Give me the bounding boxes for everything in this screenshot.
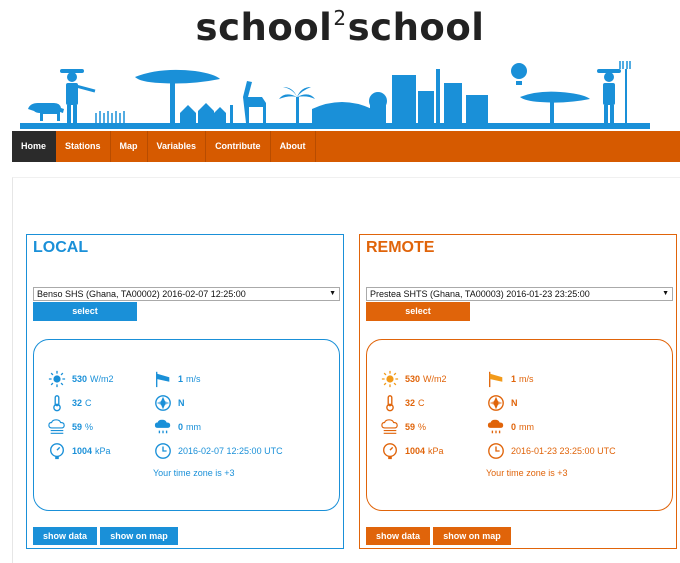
wind-direction-value: N	[511, 398, 518, 408]
show-on-map-button[interactable]: show on map	[100, 527, 178, 545]
humidity-value: 59	[72, 422, 83, 432]
temperature-reading: 32 C	[48, 394, 92, 412]
humidity-unit: %	[85, 422, 94, 432]
measurements-box: 530 W/m2 32 C 59% 1004 kPa 1 m/s N 0 mm 2016	[33, 339, 340, 511]
measurements-box: 530 W/m2 32 C 59% 1004 kPa 1 m/s N 0 mm 2016	[366, 339, 673, 511]
compass-icon	[155, 395, 171, 411]
nav-about[interactable]: About	[271, 131, 316, 162]
humidity-reading: 59%	[48, 418, 93, 436]
timezone-note: Your time zone is +3	[153, 468, 235, 478]
wind-direction-value: N	[178, 398, 185, 408]
pressure-value: 1004	[72, 446, 93, 456]
wind-speed-reading: 1 m/s	[154, 370, 201, 388]
windsock-icon	[489, 371, 503, 388]
humidity-cloud-icon	[381, 419, 398, 434]
station-select-value: Prestea SHTS (Ghana, TA00003) 2016-01-23…	[370, 289, 590, 299]
irradiance-unit: W/m2	[423, 374, 447, 384]
irradiance-value: 530	[405, 374, 421, 384]
nav-home[interactable]: Home	[12, 131, 57, 162]
irradiance-reading: 530 W/m2	[48, 370, 114, 388]
precipitation-value: 0	[511, 422, 517, 432]
precipitation-reading: 0 mm	[487, 418, 534, 436]
sun-icon	[381, 370, 399, 388]
station-select[interactable]: Prestea SHTS (Ghana, TA00003) 2016-01-23…	[366, 287, 673, 301]
pressure-gauge-icon	[383, 443, 397, 460]
humidity-cloud-icon	[48, 419, 65, 434]
wind-speed-reading: 1 m/s	[487, 370, 534, 388]
pressure-unit: kPa	[95, 446, 111, 456]
rain-cloud-icon	[487, 419, 504, 434]
pressure-value: 1004	[405, 446, 426, 456]
main-nav: Home Stations Map Variables Contribute A…	[12, 131, 680, 162]
pressure-unit: kPa	[428, 446, 444, 456]
thermometer-icon	[386, 395, 394, 412]
temperature-reading: 32 C	[381, 394, 425, 412]
temperature-value: 32	[72, 398, 83, 408]
site-logo[interactable]: school2school	[0, 6, 680, 49]
nav-variables[interactable]: Variables	[148, 131, 207, 162]
select-button[interactable]: select	[33, 302, 137, 321]
wind-direction-reading: N	[487, 394, 521, 412]
windsock-icon	[156, 371, 170, 388]
pressure-gauge-icon	[50, 443, 64, 460]
logo-text-1: school	[195, 6, 333, 49]
temperature-value: 32	[405, 398, 416, 408]
show-on-map-button[interactable]: show on map	[433, 527, 511, 545]
wind-direction-reading: N	[154, 394, 188, 412]
precipitation-unit: mm	[186, 422, 202, 432]
wind-speed-unit: m/s	[186, 374, 201, 384]
logo-text-2: school	[347, 6, 485, 49]
pressure-reading: 1004 kPa	[48, 442, 111, 460]
clock-icon	[488, 443, 504, 459]
select-button[interactable]: select	[366, 302, 470, 321]
station-select-value: Benso SHS (Ghana, TA00002) 2016-02-07 12…	[37, 289, 246, 299]
clock-icon	[155, 443, 171, 459]
thermometer-icon	[53, 395, 61, 412]
nav-stations[interactable]: Stations	[56, 131, 111, 162]
nav-contribute[interactable]: Contribute	[206, 131, 271, 162]
remote-panel: REMOTE Prestea SHTS (Ghana, TA00003) 201…	[359, 234, 677, 549]
rain-cloud-icon	[154, 419, 171, 434]
timestamp-value: 2016-01-23 23:25:00 UTC	[511, 446, 616, 456]
timestamp-value: 2016-02-07 12:25:00 UTC	[178, 446, 283, 456]
precipitation-value: 0	[178, 422, 184, 432]
show-data-button[interactable]: show data	[33, 527, 97, 545]
precipitation-unit: mm	[519, 422, 535, 432]
timestamp-reading: 2016-01-23 23:25:00 UTC	[487, 442, 616, 460]
wind-speed-unit: m/s	[519, 374, 534, 384]
dropdown-arrow-icon: ▼	[662, 290, 669, 297]
show-data-button[interactable]: show data	[366, 527, 430, 545]
temperature-unit: C	[85, 398, 92, 408]
irradiance-value: 530	[72, 374, 88, 384]
irradiance-reading: 530 W/m2	[381, 370, 447, 388]
dropdown-arrow-icon: ▼	[329, 290, 336, 297]
temperature-unit: C	[418, 398, 425, 408]
humidity-reading: 59%	[381, 418, 426, 436]
wind-speed-value: 1	[178, 374, 184, 384]
humidity-value: 59	[405, 422, 416, 432]
local-panel: LOCAL Benso SHS (Ghana, TA00002) 2016-02…	[26, 234, 344, 549]
precipitation-reading: 0 mm	[154, 418, 201, 436]
logo-superscript: 2	[333, 5, 347, 30]
humidity-unit: %	[418, 422, 427, 432]
wind-speed-value: 1	[511, 374, 517, 384]
compass-icon	[488, 395, 504, 411]
pressure-reading: 1004 kPa	[381, 442, 444, 460]
irradiance-unit: W/m2	[90, 374, 114, 384]
header-banner-illustration	[20, 61, 650, 129]
sun-icon	[48, 370, 66, 388]
nav-map[interactable]: Map	[111, 131, 148, 162]
timestamp-reading: 2016-02-07 12:25:00 UTC	[154, 442, 283, 460]
station-select[interactable]: Benso SHS (Ghana, TA00002) 2016-02-07 12…	[33, 287, 340, 301]
panel-title: REMOTE	[366, 239, 435, 256]
panel-title: LOCAL	[33, 239, 89, 256]
timezone-note: Your time zone is +3	[486, 468, 568, 478]
